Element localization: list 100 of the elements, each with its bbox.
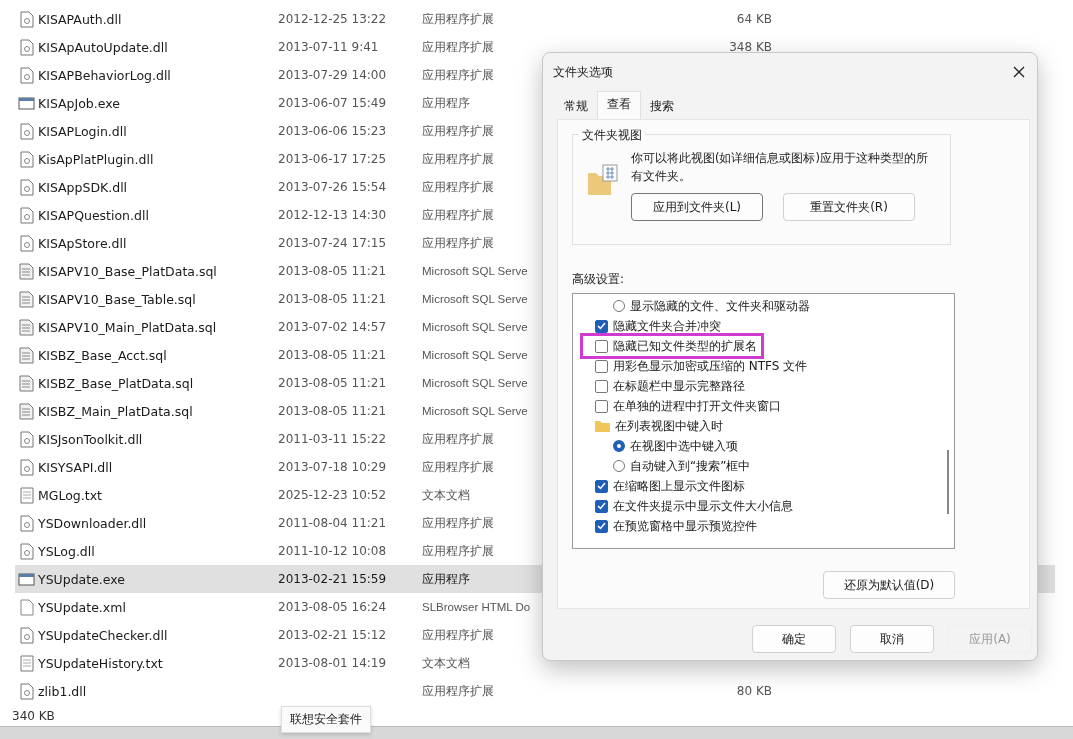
checkbox[interactable] bbox=[595, 399, 608, 413]
setting-item[interactable]: 在文件夹提示中显示文件大小信息 bbox=[573, 496, 797, 516]
file-name: KISAPV10_Base_Table.sql bbox=[38, 291, 197, 307]
tooltip: 联想安全套件 bbox=[281, 706, 371, 733]
tab[interactable]: 查看 bbox=[597, 91, 641, 119]
setting-label: 隐藏文件夹合并冲突 bbox=[613, 317, 721, 335]
setting-item[interactable]: 在单独的进程中打开文件夹窗口 bbox=[573, 396, 785, 416]
file-type: Microsoft SQL Serve bbox=[422, 321, 529, 333]
tab[interactable]: 搜索 bbox=[641, 94, 683, 119]
checkbox[interactable] bbox=[595, 339, 608, 353]
checkbox[interactable] bbox=[595, 479, 608, 493]
file-date: 2013-07-02 14:57 bbox=[278, 320, 388, 334]
file-type: 应用程序扩展 bbox=[422, 235, 495, 251]
file-size: 348 KB bbox=[728, 40, 773, 54]
radio-button[interactable] bbox=[613, 300, 625, 312]
file-name: KISAppSDK.dll bbox=[38, 179, 129, 195]
checkbox[interactable] bbox=[595, 379, 608, 393]
dll-file-icon bbox=[19, 66, 34, 84]
file-date: 2013-06-07 15:49 bbox=[278, 96, 388, 110]
setting-item[interactable]: 在标题栏中显示完整路径 bbox=[573, 376, 749, 396]
close-icon[interactable] bbox=[1013, 66, 1025, 78]
folder-grid-icon bbox=[587, 163, 621, 197]
dll-file-icon bbox=[19, 458, 34, 476]
folder-view-button[interactable]: 应用到文件夹(L) bbox=[631, 193, 763, 221]
checkbox[interactable] bbox=[595, 519, 608, 533]
dialog-title: 文件夹选项 bbox=[553, 63, 613, 81]
setting-item[interactable]: 在视图中选中键入项 bbox=[573, 436, 742, 456]
file-name: MGLog.txt bbox=[38, 487, 103, 503]
file-name: KisApPlatPlugin.dll bbox=[38, 151, 155, 167]
text-file-icon bbox=[19, 486, 34, 504]
file-name: KISJsonToolkit.dll bbox=[38, 431, 144, 447]
file-date: 2013-08-05 11:21 bbox=[278, 404, 388, 418]
setting-item[interactable]: 隐藏已知文件类型的扩展名 bbox=[583, 336, 761, 356]
file-type: Microsoft SQL Serve bbox=[422, 349, 529, 361]
file-row[interactable]: YSLog.dll 2011-10-12 10:08 应用程序扩展 bbox=[15, 537, 1055, 565]
tab[interactable]: 常规 bbox=[555, 94, 597, 119]
setting-item[interactable]: 显示隐藏的文件、文件夹和驱动器 bbox=[573, 296, 814, 316]
setting-item[interactable]: 自动键入到“搜索”框中 bbox=[573, 456, 755, 476]
dll-file-icon bbox=[19, 150, 34, 168]
file-date: 2011-08-04 11:21 bbox=[278, 516, 388, 530]
script-file-icon bbox=[19, 374, 34, 392]
checkbox[interactable] bbox=[595, 319, 608, 333]
setting-label: 在视图中选中键入项 bbox=[630, 437, 738, 455]
file-row[interactable]: KISApAutoUpdate.dll 2013-07-11 9:41 应用程序扩展 348 KB bbox=[15, 33, 1055, 61]
file-date: 2013-08-05 11:21 bbox=[278, 292, 388, 306]
setting-item[interactable]: 在列表视图中键入时 bbox=[573, 416, 727, 436]
file-type: 文本文档 bbox=[422, 655, 471, 671]
dll-file-icon bbox=[19, 234, 34, 252]
dll-file-icon bbox=[19, 682, 34, 700]
dll-file-icon bbox=[19, 542, 34, 560]
dialog-button[interactable]: 取消 bbox=[850, 625, 934, 653]
file-name: KISAPV10_Main_PlatData.sql bbox=[38, 319, 218, 335]
file-type: 应用程序扩展 bbox=[422, 207, 495, 223]
setting-label: 在文件夹提示中显示文件大小信息 bbox=[613, 497, 793, 515]
dll-file-icon bbox=[19, 10, 34, 28]
setting-item[interactable]: 在预览窗格中显示预览控件 bbox=[573, 516, 761, 536]
script-file-icon bbox=[19, 290, 34, 308]
file-date: 2013-07-26 15:54 bbox=[278, 180, 388, 194]
app-window-icon bbox=[18, 571, 35, 587]
dll-file-icon bbox=[19, 430, 34, 448]
radio-button[interactable] bbox=[613, 460, 625, 472]
file-date: 2012-12-25 13:22 bbox=[278, 12, 388, 26]
script-file-icon bbox=[19, 318, 34, 336]
folder-view-button[interactable]: 重置文件夹(R) bbox=[783, 193, 915, 221]
file-name: KISAPLogin.dll bbox=[38, 123, 128, 139]
setting-label: 在标题栏中显示完整路径 bbox=[613, 377, 745, 395]
setting-item[interactable]: 在缩略图上显示文件图标 bbox=[573, 476, 749, 496]
dialog-button[interactable]: 确定 bbox=[752, 625, 836, 653]
restore-defaults-button[interactable]: 还原为默认值(D) bbox=[823, 571, 955, 599]
setting-item[interactable]: 隐藏文件夹合并冲突 bbox=[573, 316, 725, 336]
dll-file-icon bbox=[19, 626, 34, 644]
setting-item[interactable]: 用彩色显示加密或压缩的 NTFS 文件 bbox=[573, 356, 812, 376]
file-type: SLBrowser HTML Do bbox=[422, 601, 532, 613]
file-row[interactable]: zlib1.dll 应用程序扩展 80 KB bbox=[15, 677, 1055, 705]
group-title: 文件夹视图 bbox=[579, 127, 645, 144]
file-name: KISBZ_Main_PlatData.sql bbox=[38, 403, 194, 419]
file-type: 应用程序扩展 bbox=[422, 179, 495, 195]
file-type: 应用程序扩展 bbox=[422, 151, 495, 167]
status-size: 340 KB bbox=[12, 709, 55, 723]
dll-file-icon bbox=[19, 122, 34, 140]
file-name: KISAPAuth.dll bbox=[38, 11, 123, 27]
description-text: 你可以将此视图(如详细信息或图标)应用于这种类型的所有文件夹。 bbox=[631, 150, 929, 185]
file-date: 2013-02-21 15:59 bbox=[278, 572, 388, 586]
file-row[interactable]: KISAPAuth.dll 2012-12-25 13:22 应用程序扩展 64 KB bbox=[15, 5, 1055, 33]
file-type: Microsoft SQL Serve bbox=[422, 293, 529, 305]
file-type: 应用程序扩展 bbox=[422, 431, 495, 447]
folder-icon bbox=[595, 420, 610, 432]
file-type: 应用程序扩展 bbox=[422, 123, 495, 139]
file-type: 应用程序扩展 bbox=[422, 67, 495, 83]
file-date: 2013-06-17 17:25 bbox=[278, 152, 388, 166]
file-name: KISAPQuestion.dll bbox=[38, 207, 150, 223]
file-type: 应用程序扩展 bbox=[422, 39, 495, 55]
file-row[interactable]: KISApStore.dll 2013-07-24 17:15 应用程序扩展 bbox=[15, 229, 1055, 257]
setting-label: 用彩色显示加密或压缩的 NTFS 文件 bbox=[613, 357, 808, 375]
file-type: 文本文档 bbox=[422, 487, 471, 503]
file-type: 应用程序扩展 bbox=[422, 627, 495, 643]
app-window-icon bbox=[18, 95, 35, 111]
checkbox[interactable] bbox=[595, 499, 608, 513]
radio-button[interactable] bbox=[613, 440, 625, 452]
checkbox[interactable] bbox=[595, 359, 608, 373]
